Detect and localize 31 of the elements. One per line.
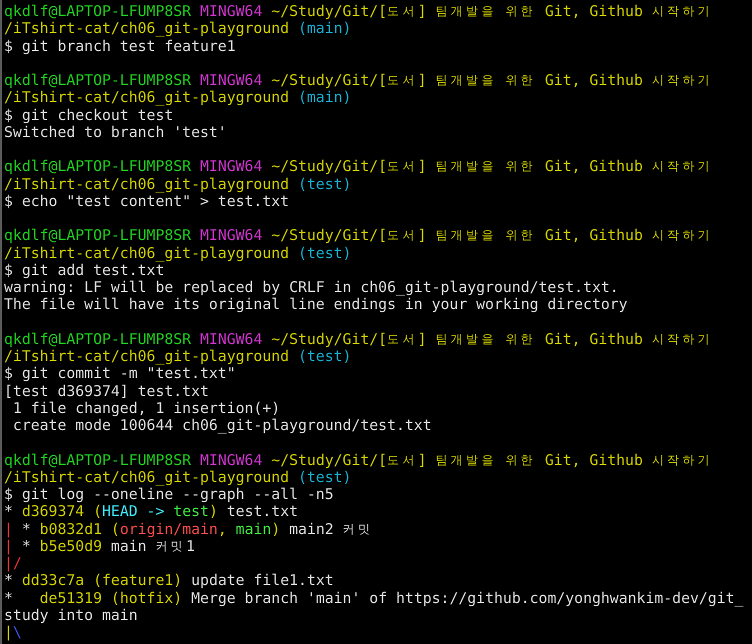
- terminal-line: $ git add test.txt: [4, 262, 166, 279]
- terminal-line: qkdlf@LAPTOP-LFUMP8SR MINGW64 ~/Study/Git/[도서] 팀개발을 위한 Git, Github 시작하기: [4, 72, 711, 90]
- terminal-line: /iTshirt-cat/ch06_git-playground (test): [4, 176, 352, 193]
- terminal-line: create mode 100644 ch06_git-playground/test.txt: [12, 417, 433, 434]
- terminal-line: /iTshirt-cat/ch06_git-playground (test): [4, 348, 352, 366]
- terminal-line: $ git log --oneline --graph --all -n5: [4, 486, 335, 504]
- terminal-line: * de51319 (hotfix) Merge branch 'main' of https://github.com/yonghwankim-dev/git_: [4, 590, 744, 607]
- terminal-line: * d369374 (HEAD -> test) test.txt: [4, 503, 300, 520]
- terminal-line: $ git commit -m "test.txt": [4, 365, 237, 382]
- terminal-line: qkdlf@LAPTOP-LFUMP8SR MINGW64 ~/Study/Git/[도서] 팀개발을 위한 Git, Github 시작하기: [4, 3, 711, 20]
- terminal-line: qkdlf@LAPTOP-LFUMP8SR MINGW64 ~/Study/Git/[도서] 팀개발을 위한 Git, Github 시작하기: [4, 452, 711, 469]
- terminal-line: The file will have its original line endings in your working directory: [4, 296, 629, 314]
- terminal-line: [test d369374] test.txt: [4, 382, 210, 400]
- terminal-line: qkdlf@LAPTOP-LFUMP8SR MINGW64 ~/Study/Git/[도서] 팀개발을 위한 Git, Github 시작하기: [4, 227, 711, 244]
- terminal-line: warning: LF will be replaced by CRLF in ch06_git-playground/test.txt.: [4, 279, 620, 296]
- terminal-line: | * b0832d1 (origin/main, main) main2 커밋: [4, 520, 371, 538]
- terminal-line: Switched to branch 'test': [4, 124, 228, 141]
- terminal-line: $ git branch test feature1: [4, 38, 237, 55]
- terminal-line: qkdlf@LAPTOP-LFUMP8SR MINGW64 ~/Study/Git/[도서] 팀개발을 위한 Git, Github 시작하기: [4, 330, 711, 348]
- terminal-line: $ git checkout test: [4, 106, 174, 124]
- terminal-line: |/: [4, 555, 22, 572]
- terminal-line: 1 file changed, 1 insertion(+): [12, 400, 282, 417]
- terminal-line: qkdlf@LAPTOP-LFUMP8SR MINGW64 ~/Study/Git/[도서] 팀개발을 위한 Git, Github 시작하기: [4, 158, 711, 176]
- terminal-line: /iTshirt-cat/ch06_git-playground (main): [4, 20, 352, 38]
- terminal-line: /iTshirt-cat/ch06_git-playground (main): [4, 89, 352, 106]
- terminal-line: * dd33c7a (feature1) update file1.txt: [4, 572, 335, 590]
- terminal-line: /iTshirt-cat/ch06_git-playground (test): [4, 468, 352, 486]
- terminal-line: /iTshirt-cat/ch06_git-playground (test): [4, 244, 352, 262]
- terminal-line: |\: [4, 624, 23, 642]
- terminal-line: study into main: [4, 606, 139, 624]
- terminal-line: $ echo "test content" > test.txt: [4, 192, 290, 210]
